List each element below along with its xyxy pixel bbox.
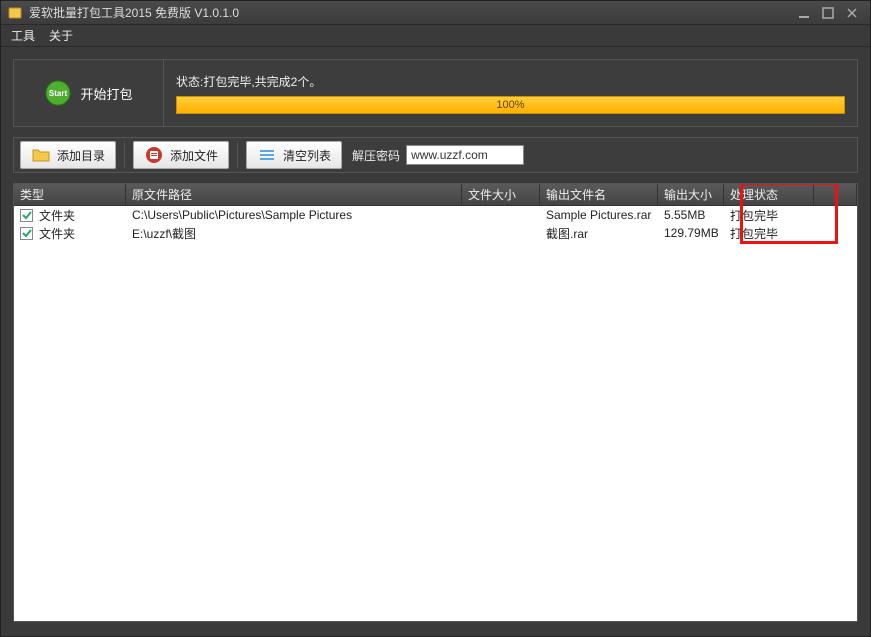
row-path: C:\Users\Public\Pictures\Sample Pictures: [126, 208, 462, 222]
table-header: 类型 原文件路径 文件大小 输出文件名 输出大小 处理状态: [14, 184, 857, 206]
clear-icon: [257, 145, 277, 165]
table-row[interactable]: 文件夹 C:\Users\Public\Pictures\Sample Pictu…: [14, 206, 857, 224]
svg-text:Start: Start: [49, 89, 68, 98]
menubar: 工具 关于: [1, 25, 870, 47]
progress-bar: 100%: [176, 96, 845, 114]
row-type: 文件夹: [39, 225, 75, 242]
file-table: 类型 原文件路径 文件大小 输出文件名 输出大小 处理状态 文件夹 C:\User…: [13, 183, 858, 622]
app-icon: [7, 5, 23, 21]
add-file-label: 添加文件: [170, 147, 218, 164]
col-type[interactable]: 类型: [14, 184, 126, 205]
add-dir-label: 添加目录: [57, 147, 105, 164]
col-outsize[interactable]: 输出大小: [658, 184, 724, 205]
menu-tools[interactable]: 工具: [11, 27, 35, 44]
row-path: E:\uzzf\截图: [126, 225, 462, 242]
row-type: 文件夹: [39, 207, 75, 224]
toolbar: 添加目录 添加文件 清空列表 解压密码: [13, 137, 858, 173]
add-directory-button[interactable]: 添加目录: [20, 141, 116, 169]
status-text: 状态:打包完毕,共完成2个。: [176, 73, 845, 90]
progress-value: 100%: [496, 99, 524, 111]
window-title: 爱软批量打包工具2015 免费版 V1.0.1.0: [29, 4, 792, 21]
start-label: 开始打包: [80, 84, 132, 103]
content-area: Start 开始打包 状态:打包完毕,共完成2个。 100% 添加目录: [1, 47, 870, 636]
row-status: 打包完毕: [724, 207, 814, 224]
table-body: 文件夹 C:\Users\Public\Pictures\Sample Pictu…: [14, 206, 857, 621]
row-out: Sample Pictures.rar: [540, 208, 658, 222]
maximize-button[interactable]: [816, 5, 840, 21]
password-input[interactable]: [406, 145, 524, 165]
table-row[interactable]: 文件夹 E:\uzzf\截图 截图.rar129.79MB打包完毕: [14, 224, 857, 242]
password-label: 解压密码: [352, 147, 400, 164]
start-icon: Start: [44, 79, 72, 107]
row-status: 打包完毕: [724, 225, 814, 242]
add-file-button[interactable]: 添加文件: [133, 141, 229, 169]
clear-label: 清空列表: [283, 147, 331, 164]
folder-icon: [31, 145, 51, 165]
separator: [237, 142, 238, 168]
menu-about[interactable]: 关于: [49, 27, 73, 44]
row-outsize: 129.79MB: [658, 226, 724, 240]
file-icon: [144, 145, 164, 165]
minimize-button[interactable]: [792, 5, 816, 21]
separator: [124, 142, 125, 168]
titlebar[interactable]: 爱软批量打包工具2015 免费版 V1.0.1.0: [1, 1, 870, 25]
col-status[interactable]: 处理状态: [724, 184, 814, 205]
col-out[interactable]: 输出文件名: [540, 184, 658, 205]
col-size[interactable]: 文件大小: [462, 184, 540, 205]
clear-list-button[interactable]: 清空列表: [246, 141, 342, 169]
row-outsize: 5.55MB: [658, 208, 724, 222]
row-checkbox[interactable]: [20, 209, 33, 222]
app-window: 爱软批量打包工具2015 免费版 V1.0.1.0 工具 关于 Start 开始…: [0, 0, 871, 637]
progress-area: 状态:打包完毕,共完成2个。 100%: [164, 60, 857, 126]
row-checkbox[interactable]: [20, 227, 33, 240]
status-panel: Start 开始打包 状态:打包完毕,共完成2个。 100%: [13, 59, 858, 127]
start-button[interactable]: Start 开始打包: [14, 60, 164, 126]
row-out: 截图.rar: [540, 225, 658, 242]
close-button[interactable]: [840, 5, 864, 21]
col-extra[interactable]: [814, 184, 857, 205]
col-path[interactable]: 原文件路径: [126, 184, 462, 205]
